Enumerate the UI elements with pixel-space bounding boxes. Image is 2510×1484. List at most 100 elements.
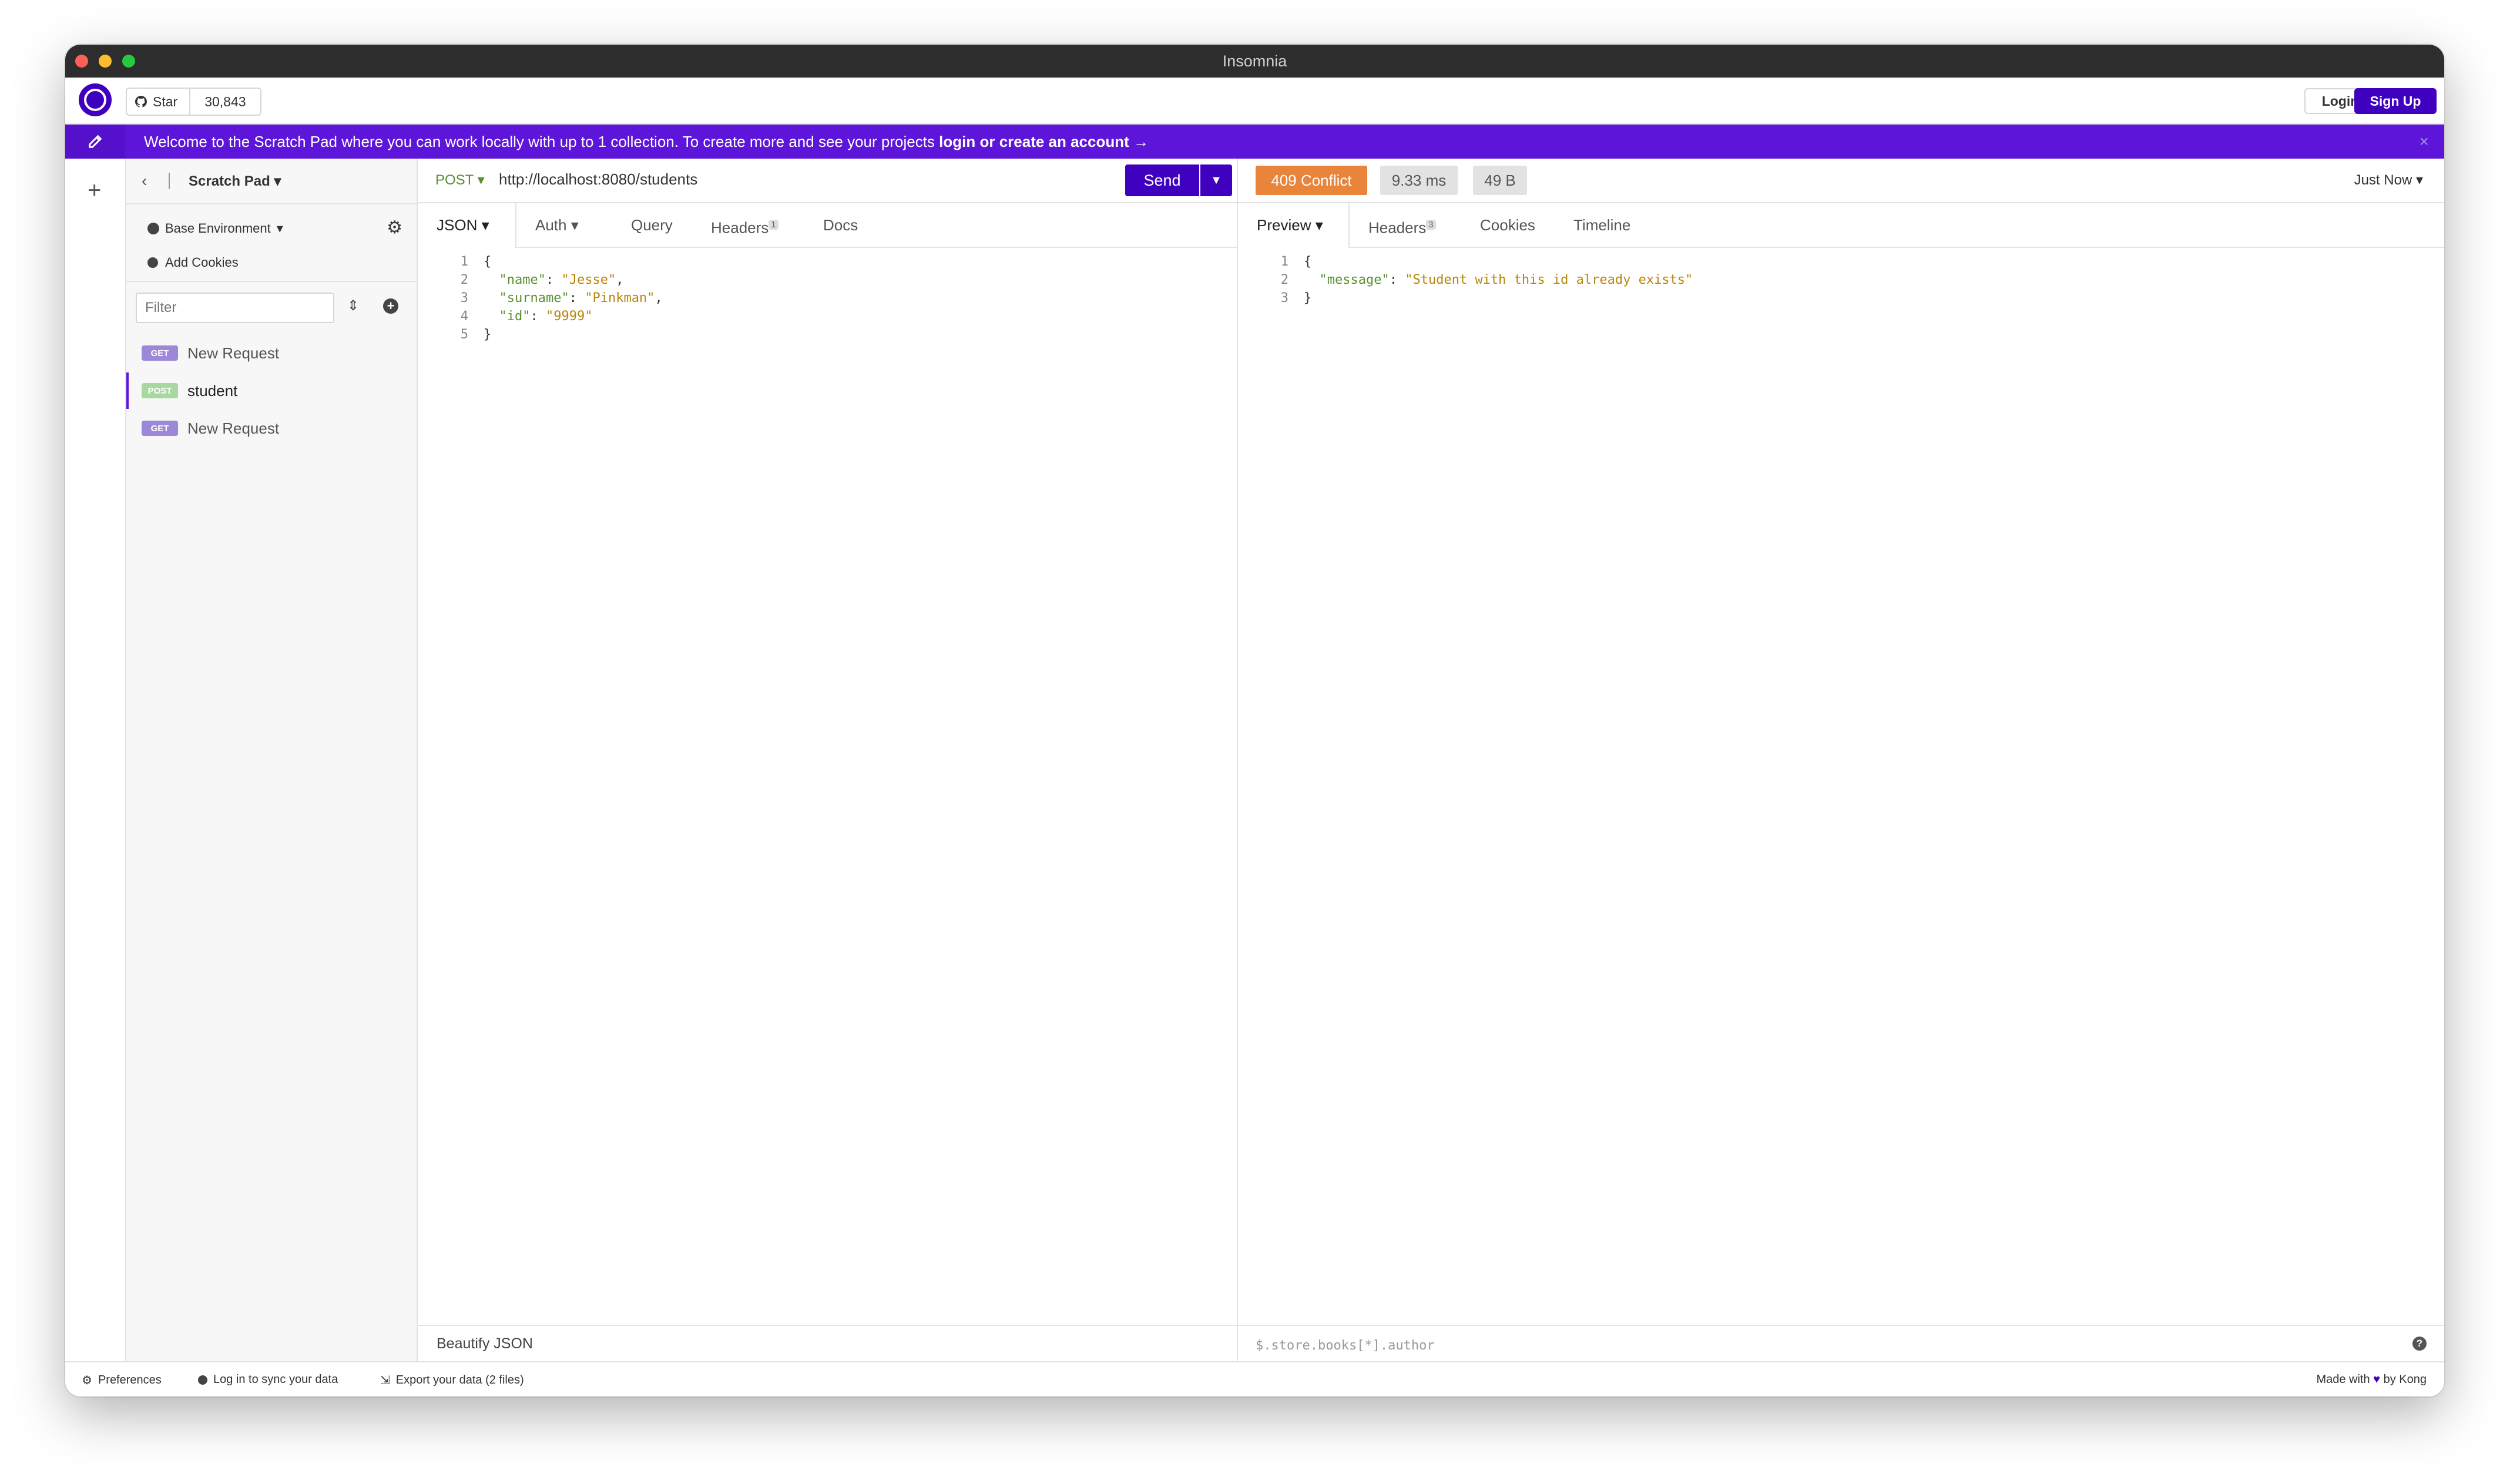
response-filter-input[interactable]: $.store.books[*].author <box>1256 1338 1435 1353</box>
heart-icon: ♥ <box>2373 1373 2381 1386</box>
signup-button[interactable]: Sign Up <box>2354 88 2437 114</box>
export-label: Export your data (2 files) <box>395 1374 524 1386</box>
send-button[interactable]: Send <box>1125 164 1199 196</box>
banner-close-icon[interactable]: × <box>2420 125 2429 159</box>
method-badge: POST <box>142 383 178 398</box>
request-pane: POST ▾ http://localhost:8080/students Se… <box>418 159 1238 1362</box>
tab-preview-label: Preview <box>1257 216 1311 234</box>
response-pane: 409 Conflict 9.33 ms 49 B Just Now ▾ Pre… <box>1238 159 2444 1362</box>
tab-preview[interactable]: Preview ▾ <box>1238 203 1350 248</box>
line-number: 4 <box>460 309 468 324</box>
url-bar: POST ▾ http://localhost:8080/students Se… <box>418 159 1237 203</box>
edit-icon[interactable] <box>65 125 125 159</box>
login-create-account-link[interactable]: login or create an account → <box>939 133 1149 150</box>
list-item[interactable]: POST student <box>126 372 417 409</box>
filter-input[interactable] <box>136 293 334 323</box>
environment-label: Base Environment <box>165 221 271 236</box>
export-icon: ⇲ <box>380 1374 390 1387</box>
back-chevron-icon[interactable]: ‹ <box>142 172 147 190</box>
star-count[interactable]: 30,843 <box>190 89 260 115</box>
add-circle-icon[interactable]: + <box>383 298 398 314</box>
line-number: 5 <box>460 327 468 342</box>
minimize-window-button[interactable] <box>99 55 112 68</box>
headers-count-badge: 3 <box>1426 220 1436 230</box>
tab-docs[interactable]: Docs <box>823 203 858 247</box>
code-line: { <box>1304 253 1311 271</box>
response-time-badge: 9.33 ms <box>1380 166 1458 195</box>
close-window-button[interactable] <box>75 55 88 68</box>
json-key: "message" <box>1319 273 1390 287</box>
add-cookies-button[interactable]: Add Cookies <box>147 255 239 270</box>
environment-icon <box>147 223 159 234</box>
tab-headers[interactable]: Headers 1 <box>711 203 778 247</box>
code-line: "name": "Jesse", <box>499 273 624 287</box>
gear-icon: ⚙ <box>82 1374 92 1387</box>
title-bar: Insomnia <box>65 45 2444 78</box>
github-star-widget[interactable]: Star 30,843 <box>126 88 261 116</box>
sync-login-button[interactable]: Log in to sync your data <box>198 1373 338 1386</box>
tab-timeline[interactable]: Timeline <box>1573 203 1630 247</box>
left-rail: + <box>65 159 126 1362</box>
chevron-down-icon: ▾ <box>276 221 283 236</box>
code-line: "id": "9999" <box>499 309 593 324</box>
code-line: "surname": "Pinkman", <box>499 291 663 305</box>
code-brace: { <box>484 254 492 269</box>
insomnia-logo-icon[interactable] <box>79 83 112 116</box>
github-star-button[interactable]: Star <box>127 89 191 115</box>
code-line: } <box>484 325 491 344</box>
status-bar: ⚙ Preferences Log in to sync your data ⇲… <box>65 1361 2444 1396</box>
send-options-chevron-icon[interactable]: ▼ <box>1200 164 1232 196</box>
add-cookies-label: Add Cookies <box>165 255 239 270</box>
made-with-kong[interactable]: Made with ♥ by Kong <box>2316 1373 2427 1386</box>
request-name: student <box>187 381 238 399</box>
maximize-window-button[interactable] <box>122 55 135 68</box>
code-line: { <box>484 253 491 271</box>
made-suffix: by Kong <box>2383 1373 2427 1386</box>
gear-icon[interactable]: ⚙ <box>387 217 402 238</box>
json-key: "id" <box>499 309 531 324</box>
tab-response-headers[interactable]: Headers 3 <box>1368 203 1436 247</box>
tab-headers-label: Headers <box>711 219 769 237</box>
workspace-title[interactable]: Scratch Pad ▾ <box>189 173 281 190</box>
tab-auth[interactable]: Auth ▾ <box>535 203 579 247</box>
export-data-button[interactable]: ⇲ Export your data (2 files) <box>380 1373 524 1388</box>
tab-body[interactable]: JSON ▾ <box>418 203 516 248</box>
request-footer: Beautify JSON <box>418 1325 1237 1362</box>
method-badge: GET <box>142 421 178 436</box>
code-brace: } <box>1304 291 1312 305</box>
star-label: Star <box>153 93 178 109</box>
url-input[interactable]: http://localhost:8080/students <box>499 170 697 189</box>
history-label: Just Now <box>2354 172 2412 188</box>
tab-cookies[interactable]: Cookies <box>1480 203 1535 247</box>
json-key: "surname" <box>499 291 569 305</box>
line-number: 3 <box>1280 291 1288 305</box>
json-value: "Student with this id already exists" <box>1405 273 1693 287</box>
sort-icon[interactable]: ⇕ <box>347 297 359 314</box>
preferences-button[interactable]: ⚙ Preferences <box>82 1373 162 1388</box>
header-divider <box>169 173 170 189</box>
code-line: "message": "Student with this id already… <box>1319 273 1693 287</box>
list-item[interactable]: GET New Request <box>126 410 417 446</box>
banner-text: Welcome to the Scratch Pad where you can… <box>144 133 939 150</box>
response-size-badge: 49 B <box>1473 166 1527 195</box>
method-selector[interactable]: POST ▾ <box>435 172 485 189</box>
github-icon <box>135 96 147 108</box>
beautify-json-button[interactable]: Beautify JSON <box>437 1335 533 1352</box>
help-icon[interactable]: ? <box>2412 1337 2427 1351</box>
made-prefix: Made with <box>2316 1373 2370 1386</box>
window-title: Insomnia <box>1222 52 1287 70</box>
list-item[interactable]: GET New Request <box>126 335 417 371</box>
add-icon[interactable]: + <box>88 179 101 202</box>
sidebar: ‹ Scratch Pad ▾ Base Environment ▾ ⚙ Add… <box>126 159 418 1362</box>
method-badge: GET <box>142 345 178 361</box>
code-line: } <box>1304 289 1311 307</box>
method-label: POST <box>435 172 474 188</box>
sync-label: Log in to sync your data <box>213 1373 338 1386</box>
tab-query[interactable]: Query <box>631 203 673 247</box>
response-footer: $.store.books[*].author ? <box>1238 1325 2444 1362</box>
preferences-label: Preferences <box>98 1374 162 1386</box>
environment-selector[interactable]: Base Environment ▾ <box>147 221 283 236</box>
tab-body-label: JSON <box>437 216 478 234</box>
history-dropdown[interactable]: Just Now ▾ <box>2354 172 2423 189</box>
request-tabs: JSON ▾ Auth ▾ Query Headers 1 Docs <box>418 203 1237 248</box>
